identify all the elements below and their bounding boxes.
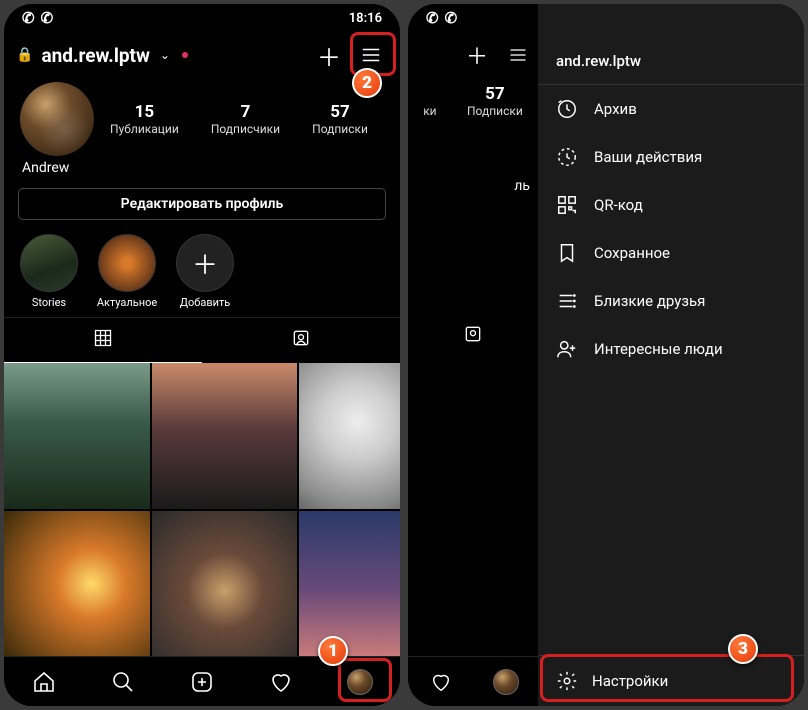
- plus-icon: ＋: [176, 234, 234, 292]
- nav-search[interactable]: [108, 667, 138, 697]
- menu-item-your-activity[interactable]: Ваши действия: [538, 133, 804, 181]
- viber-icon: ✆: [22, 11, 35, 26]
- menu-item-close-friends[interactable]: Близкие друзья: [538, 277, 804, 325]
- highlight-cover: [98, 234, 156, 292]
- edit-profile-button[interactable]: Редактировать профиль: [18, 188, 386, 220]
- create-button[interactable]: ＋: [312, 38, 346, 72]
- highlight-actual[interactable]: Актуальное: [96, 234, 158, 309]
- profile-stats: 15 Публикации 7 Подписчики 57 Подписки: [4, 78, 400, 158]
- annotation-callout-2: 2: [352, 68, 382, 98]
- annotation-box-settings: [540, 654, 794, 702]
- following-stat[interactable]: 57 Подписки: [312, 102, 368, 136]
- post-thumbnail[interactable]: [152, 511, 298, 657]
- edit-btn-fragment: ль: [408, 178, 538, 194]
- post-thumbnail[interactable]: [152, 363, 298, 509]
- viber-icon: ✆: [426, 11, 439, 26]
- chevron-down-icon[interactable]: ⌄: [160, 48, 170, 62]
- lock-icon: 🔒: [16, 47, 33, 63]
- nav-activity[interactable]: [426, 667, 456, 697]
- phone-left: ✆ ✆ 18:16 🔒 and.rew.lptw ⌄ ＋ 15 Публикац…: [4, 4, 400, 706]
- nav-avatar-icon: [493, 669, 519, 695]
- story-highlights: Stories Актуальное ＋ Добавить: [4, 224, 400, 317]
- post-thumbnail[interactable]: [4, 511, 150, 657]
- profile-avatar[interactable]: [20, 82, 94, 156]
- menu-username: and.rew.lptw: [538, 44, 804, 85]
- tab-grid[interactable]: [4, 318, 202, 363]
- notification-dot: [182, 52, 188, 58]
- phone-right: ✆ ✆ 18:16 ＋ ки 57 Подписки: [408, 4, 804, 706]
- menu-item-discover-people[interactable]: Интересные люди: [538, 325, 804, 373]
- posts-grid: [4, 363, 400, 656]
- tab-tagged[interactable]: [202, 318, 400, 363]
- annotation-box-profile-tab: [338, 658, 392, 702]
- username-switcher[interactable]: and.rew.lptw: [41, 44, 149, 67]
- hamburger-icon[interactable]: [508, 45, 528, 65]
- stat-fragment: ки: [423, 84, 436, 118]
- profile-tabs: [4, 317, 400, 363]
- status-bar: ✆ ✆ 18:16: [4, 4, 400, 32]
- annotation-callout-3: 3: [728, 634, 758, 664]
- post-thumbnail[interactable]: [299, 363, 400, 509]
- nav-home[interactable]: [29, 667, 59, 697]
- posts-stat[interactable]: 15 Публикации: [110, 102, 179, 136]
- post-thumbnail[interactable]: [4, 363, 150, 509]
- nav-new-post[interactable]: [187, 667, 217, 697]
- post-thumbnail[interactable]: [299, 511, 400, 657]
- menu-item-saved[interactable]: Сохранное: [538, 229, 804, 277]
- annotation-callout-1: 1: [318, 636, 348, 666]
- highlight-add[interactable]: ＋ Добавить: [174, 234, 236, 309]
- status-time: 18:16: [349, 11, 382, 26]
- followers-stat[interactable]: 7 Подписчики: [211, 102, 280, 136]
- create-button[interactable]: ＋: [460, 38, 494, 72]
- display-name: Andrew: [4, 158, 400, 184]
- menu-item-qr-code[interactable]: QR-код: [538, 181, 804, 229]
- profile-header: 🔒 and.rew.lptw ⌄ ＋: [4, 32, 400, 78]
- highlight-cover: [20, 234, 78, 292]
- tab-tagged[interactable]: [408, 314, 538, 358]
- menu-item-archive[interactable]: Архив: [538, 85, 804, 133]
- highlight-stories[interactable]: Stories: [18, 234, 80, 309]
- following-stat[interactable]: 57 Подписки: [467, 84, 523, 118]
- viber-icon: ✆: [445, 11, 458, 26]
- nav-profile[interactable]: [491, 667, 521, 697]
- nav-activity[interactable]: [266, 667, 296, 697]
- viber-icon: ✆: [41, 11, 54, 26]
- side-menu-drawer: and.rew.lptw Архив Ваши действия QR-код …: [538, 4, 804, 706]
